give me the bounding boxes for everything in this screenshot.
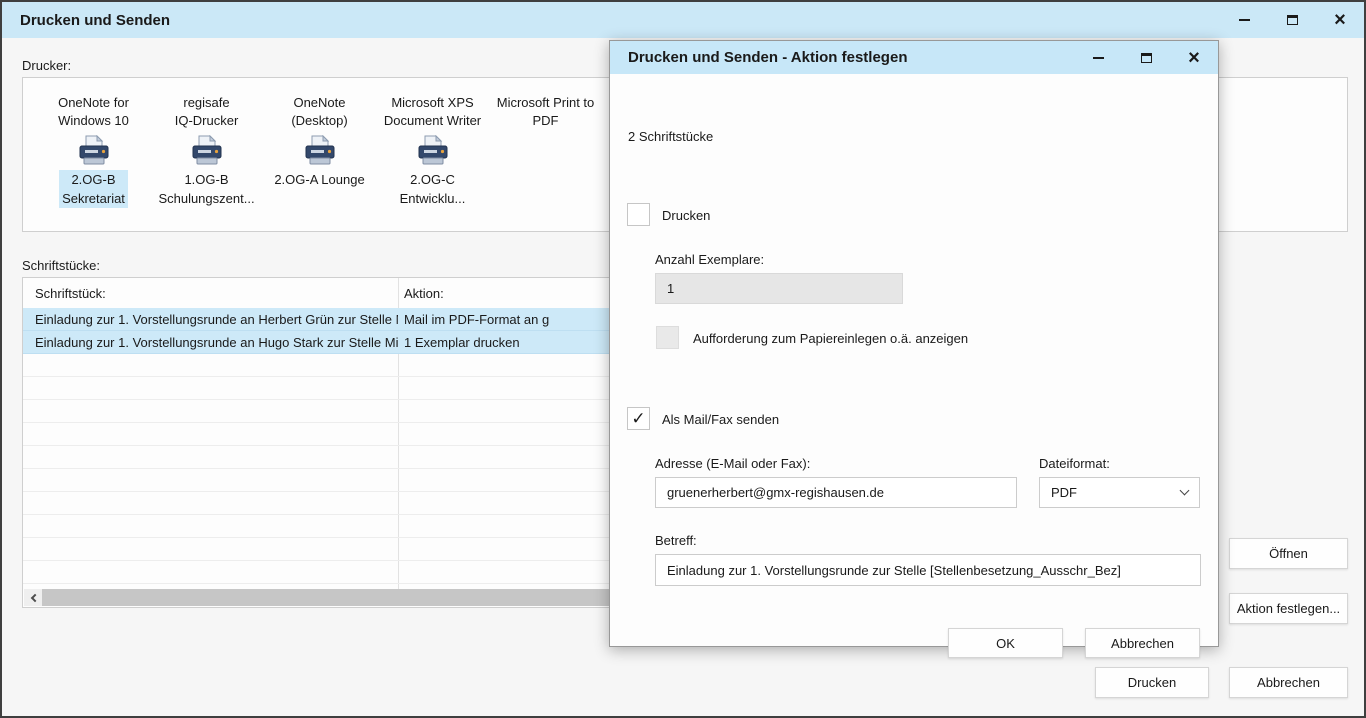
checkmark-icon: ✓	[631, 410, 645, 427]
dialog-close-button[interactable]: ×	[1170, 41, 1218, 74]
close-icon: ×	[1334, 10, 1346, 30]
print-button[interactable]: Drucken	[1095, 667, 1209, 698]
chevron-down-icon	[1180, 486, 1190, 496]
cell-schriftstueck: Einladung zur 1. Vorstellungsrunde an Hu…	[23, 335, 398, 350]
printer-name: (Desktop)	[291, 113, 347, 128]
dialog-minimize-button[interactable]	[1074, 41, 1122, 74]
maximize-icon	[1287, 15, 1298, 25]
scroll-left-button[interactable]	[24, 589, 42, 606]
mail-fax-checkbox-label[interactable]: Als Mail/Fax senden	[662, 412, 779, 427]
printer-item-print-to-pdf[interactable]: Microsoft Print to PDF	[489, 94, 602, 208]
minimize-icon	[1239, 19, 1250, 21]
printer-name: OneNote	[293, 95, 345, 110]
main-window-title: Drucken und Senden	[2, 12, 170, 29]
print-checkbox-label[interactable]: Drucken	[662, 208, 710, 223]
maximize-button[interactable]	[1268, 2, 1316, 38]
dialog-maximize-button[interactable]	[1122, 41, 1170, 74]
subject-input[interactable]: Einladung zur 1. Vorstellungsrunde zur S…	[655, 554, 1201, 586]
fileformat-label: Dateiformat:	[1039, 456, 1110, 471]
maximize-icon	[1141, 53, 1152, 63]
open-button[interactable]: Öffnen	[1229, 538, 1348, 569]
printer-name: Windows 10	[58, 113, 129, 128]
action-dialog: Drucken und Senden - Aktion festlegen × …	[609, 40, 1219, 647]
chevron-left-icon	[30, 593, 38, 601]
mail-fax-checkbox[interactable]: ✓	[627, 407, 650, 430]
printer-location[interactable]: 2.OG-C Entwicklu...	[400, 170, 466, 208]
fileformat-select[interactable]: PDF	[1039, 477, 1200, 508]
minimize-button[interactable]	[1220, 2, 1268, 38]
set-action-button[interactable]: Aktion festlegen...	[1229, 593, 1348, 624]
printer-location[interactable]: 2.OG-A Lounge	[274, 170, 364, 189]
printer-name: PDF	[533, 113, 559, 128]
close-icon: ×	[1188, 48, 1200, 68]
copies-label: Anzahl Exemplare:	[655, 252, 764, 267]
address-input[interactable]: gruenerherbert@gmx-regishausen.de	[655, 477, 1017, 508]
printer-item-onenote-win10[interactable]: OneNote for Windows 10 2.OG-B Sekr	[37, 94, 150, 208]
printer-name: Microsoft Print to	[497, 95, 595, 110]
printer-name: IQ-Drucker	[175, 113, 239, 128]
address-label: Adresse (E-Mail oder Fax):	[655, 456, 810, 471]
printer-name: OneNote for	[58, 95, 129, 110]
paper-prompt-checkbox	[656, 326, 679, 349]
cancel-button[interactable]: Abbrechen	[1229, 667, 1348, 698]
subject-label: Betreff:	[655, 533, 697, 548]
close-button[interactable]: ×	[1316, 2, 1364, 38]
printer-location-selected[interactable]: 2.OG-B Sekretariat	[59, 170, 128, 208]
printers-label: Drucker:	[22, 58, 71, 73]
print-checkbox[interactable]	[627, 203, 650, 226]
printer-icon	[76, 135, 112, 165]
printer-name: regisafe	[183, 95, 229, 110]
dialog-ok-button[interactable]: OK	[948, 628, 1063, 658]
minimize-icon	[1093, 57, 1104, 59]
dialog-window-controls: ×	[1074, 41, 1218, 74]
main-window-controls: ×	[1220, 2, 1364, 38]
document-count-label: 2 Schriftstücke	[628, 129, 713, 144]
printer-location[interactable]: 1.OG-B Schulungszent...	[158, 170, 254, 208]
dialog-title: Drucken und Senden - Aktion festlegen	[610, 49, 907, 66]
printer-icon	[415, 135, 451, 165]
documents-label: Schriftstücke:	[22, 258, 100, 273]
printer-item-regisafe[interactable]: regisafe IQ-Drucker 1.OG-B Schulun	[150, 94, 263, 208]
paper-prompt-label: Aufforderung zum Papiereinlegen o.ä. anz…	[693, 331, 968, 346]
column-header-schriftstueck[interactable]: Schriftstück:	[23, 286, 398, 301]
dialog-cancel-button[interactable]: Abbrechen	[1085, 628, 1200, 658]
dialog-titlebar: Drucken und Senden - Aktion festlegen ×	[610, 41, 1218, 74]
printer-name: Document Writer	[384, 113, 481, 128]
printer-item-xps-writer[interactable]: Microsoft XPS Document Writer 2.OG-C	[376, 94, 489, 208]
printer-item-onenote-desktop[interactable]: OneNote (Desktop) 2.OG-A Lounge	[263, 94, 376, 208]
printer-icon	[302, 135, 338, 165]
main-titlebar: Drucken und Senden ×	[2, 2, 1364, 38]
copies-input: 1	[655, 273, 903, 304]
cell-schriftstueck: Einladung zur 1. Vorstellungsrunde an He…	[23, 312, 398, 327]
dialog-body: 2 Schriftstücke Drucken Anzahl Exemplare…	[610, 74, 1218, 646]
printer-icon	[189, 135, 225, 165]
main-window: Drucken und Senden × Drucker: OneNote fo…	[0, 0, 1366, 718]
printer-name: Microsoft XPS	[391, 95, 473, 110]
